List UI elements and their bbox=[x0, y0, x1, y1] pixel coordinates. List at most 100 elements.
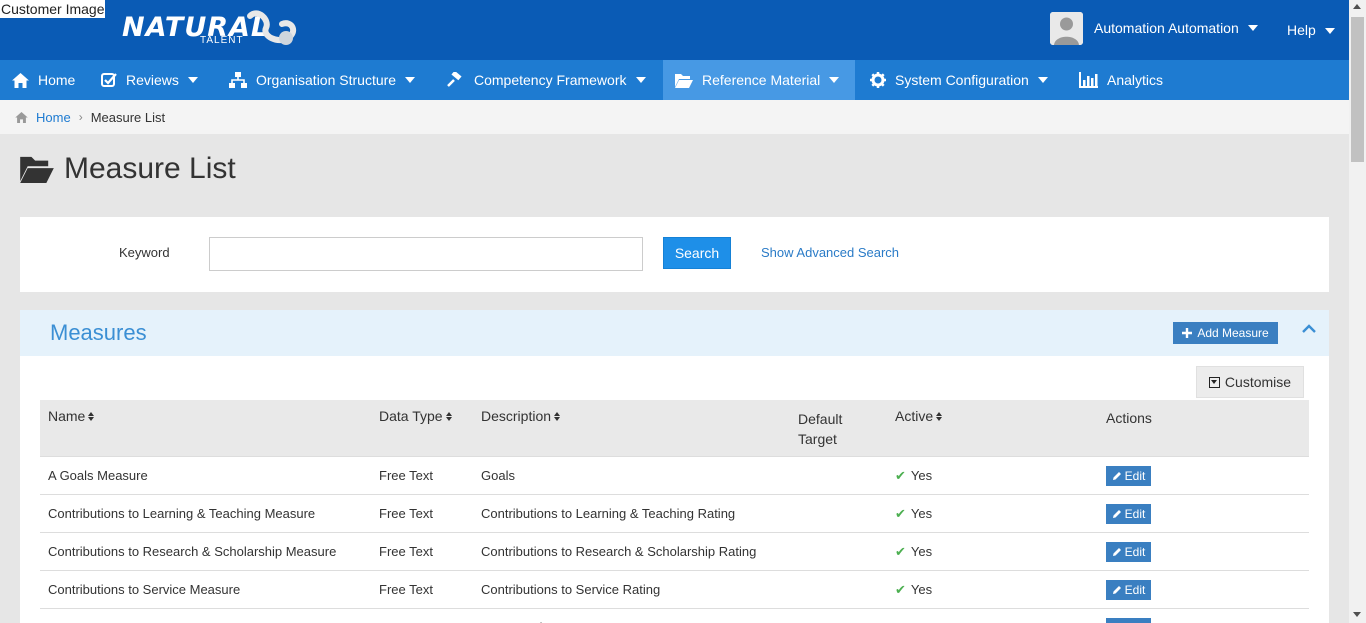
customise-label: Customise bbox=[1224, 374, 1292, 390]
table-row: Contributions to Learning & Teaching Mea… bbox=[40, 495, 1309, 533]
nav-item-reviews[interactable]: Reviews bbox=[101, 60, 198, 100]
show-advanced-search-link[interactable]: Show Advanced Search bbox=[761, 245, 899, 260]
logo-subtext: TALENT bbox=[200, 35, 244, 46]
search-button[interactable]: Search bbox=[663, 237, 731, 269]
measure-data-type: Free Text bbox=[379, 582, 433, 597]
column-header-description[interactable]: Description bbox=[481, 408, 561, 424]
folder-open-icon bbox=[20, 156, 54, 183]
edit-button[interactable]: Edit bbox=[1106, 466, 1151, 486]
natural-talent-logo[interactable]: NATURAL TALENT bbox=[122, 10, 298, 50]
edit-label: Edit bbox=[1124, 545, 1146, 559]
measure-active: ✔ Yes bbox=[895, 582, 932, 598]
nav-item-analytics[interactable]: Analytics bbox=[1079, 60, 1163, 100]
edit-button[interactable]: Edit bbox=[1106, 618, 1151, 623]
chevron-up-icon[interactable] bbox=[1302, 324, 1316, 333]
chevron-down-icon bbox=[829, 77, 840, 83]
page-title-text: Measure List bbox=[64, 152, 236, 185]
page-title: Measure List bbox=[20, 152, 236, 186]
nav-label: System Configuration bbox=[895, 72, 1029, 88]
scroll-down-arrow-icon[interactable] bbox=[1353, 612, 1361, 617]
edit-label: Edit bbox=[1124, 583, 1146, 597]
measure-active: ✔ Yes bbox=[895, 468, 932, 484]
folder-open-icon bbox=[675, 73, 693, 88]
home-icon bbox=[15, 111, 28, 123]
column-header-name[interactable]: Name bbox=[48, 408, 95, 424]
nav-label: Reference Material bbox=[702, 72, 821, 88]
table-row: Contributions to Research & Scholarship … bbox=[40, 533, 1309, 571]
edit-button[interactable]: Edit bbox=[1106, 504, 1151, 524]
help-label: Help bbox=[1287, 22, 1316, 38]
gavel-icon bbox=[447, 72, 462, 87]
breadcrumb: Home › Measure List bbox=[0, 100, 1349, 134]
nav-label: Analytics bbox=[1107, 72, 1164, 88]
chevron-down-icon bbox=[187, 77, 198, 83]
check-icon: ✔ bbox=[895, 506, 906, 521]
nav-item-competency-framework[interactable]: Competency Framework bbox=[447, 60, 646, 100]
edit-label: Edit bbox=[1124, 469, 1146, 483]
nav-item-reference-material[interactable]: Reference Material bbox=[663, 60, 855, 100]
measure-description: Contributions to Learning & Teaching Rat… bbox=[481, 506, 736, 521]
customer-image-label: Customer Image bbox=[0, 0, 106, 18]
keyword-input[interactable] bbox=[209, 237, 643, 271]
measure-active-value: Yes bbox=[910, 582, 933, 597]
logo-swirl-icon bbox=[247, 10, 297, 45]
breadcrumb-current: Measure List bbox=[90, 109, 166, 125]
home-icon bbox=[12, 72, 29, 88]
measure-active: ✔ Yes bbox=[895, 506, 932, 522]
measure-name: Contributions to Service Measure bbox=[48, 582, 241, 597]
measure-active-value: Yes bbox=[910, 506, 933, 521]
column-header-data-type[interactable]: Data Type bbox=[379, 408, 453, 424]
breadcrumb-home-link[interactable]: Home bbox=[36, 110, 71, 125]
pencil-icon bbox=[1112, 548, 1121, 556]
edit-button[interactable]: Edit bbox=[1106, 580, 1151, 600]
pencil-icon bbox=[1112, 586, 1121, 594]
scroll-thumb[interactable] bbox=[1351, 17, 1364, 162]
edit-button[interactable]: Edit bbox=[1106, 542, 1151, 562]
measure-description: Contributions to Service Rating bbox=[481, 582, 661, 597]
measure-active-value: Yes bbox=[910, 544, 933, 559]
user-name: Automation Automation bbox=[1094, 20, 1239, 36]
nav-item-system-configuration[interactable]: System Configuration bbox=[870, 60, 1048, 100]
check-icon: ✔ bbox=[895, 582, 906, 597]
measure-name: Contributions to Research & Scholarship … bbox=[48, 544, 337, 559]
chevron-down-icon bbox=[1324, 28, 1335, 35]
search-panel: Keyword Search Show Advanced Search bbox=[20, 217, 1329, 292]
column-header-actions: Actions bbox=[1106, 410, 1152, 426]
table-row: A Goals Measure Free Text Goals ✔ Yes Edit bbox=[40, 457, 1309, 495]
caret-square-down-icon bbox=[1208, 376, 1220, 388]
measure-data-type: Free Text bbox=[379, 468, 433, 483]
chevron-right-icon: › bbox=[78, 110, 83, 124]
avatar bbox=[1050, 11, 1083, 45]
measure-description: Contributions to Research & Scholarship … bbox=[481, 544, 757, 559]
check-icon: ✔ bbox=[895, 468, 906, 483]
sort-icon bbox=[554, 411, 561, 421]
measure-name: Contributions to Learning & Teaching Mea… bbox=[48, 506, 316, 521]
measures-panel-title: Measures bbox=[50, 320, 147, 345]
nav-label: Home bbox=[38, 72, 76, 88]
check-square-icon bbox=[101, 73, 117, 87]
customise-button[interactable]: Customise bbox=[1196, 366, 1304, 398]
user-menu[interactable]: Automation Automation bbox=[1050, 11, 1258, 45]
sitemap-icon bbox=[229, 72, 247, 88]
column-header-active[interactable]: Active bbox=[895, 408, 943, 424]
bar-chart-icon bbox=[1079, 72, 1098, 88]
chevron-down-icon bbox=[1037, 77, 1048, 83]
help-menu[interactable]: Help bbox=[1287, 22, 1335, 38]
measure-data-type: Free Text bbox=[379, 544, 433, 559]
check-icon: ✔ bbox=[895, 544, 906, 559]
measure-name: A Goals Measure bbox=[48, 468, 148, 483]
table-header: Name Data Type Description Default Target… bbox=[40, 400, 1309, 457]
table-row: Measure 1Free Textmeasure desc 1✔YesEdit bbox=[40, 609, 1309, 623]
scroll-up-arrow-icon[interactable] bbox=[1353, 4, 1361, 9]
nav-label: Reviews bbox=[126, 72, 179, 88]
nav-item-home[interactable]: Home bbox=[12, 60, 75, 100]
gear-icon bbox=[870, 72, 886, 88]
chevron-down-icon bbox=[1247, 25, 1258, 31]
measure-data-type: Free Text bbox=[379, 506, 433, 521]
add-measure-button[interactable]: Add Measure bbox=[1173, 322, 1278, 344]
page-scrollbar[interactable] bbox=[1349, 0, 1366, 623]
chevron-down-icon bbox=[405, 77, 416, 83]
top-header-bar: Customer Image NATURAL TALENT Automation… bbox=[0, 0, 1349, 60]
table-row: Contributions to Service Measure Free Tex… bbox=[40, 571, 1309, 609]
nav-item-organisation-structure[interactable]: Organisation Structure bbox=[229, 60, 416, 100]
